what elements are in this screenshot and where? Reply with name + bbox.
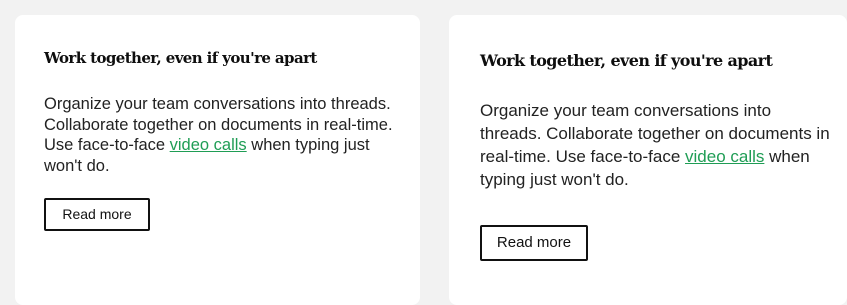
card-title: Work together, even if you're apart	[480, 51, 773, 70]
card-title: Work together, even if you're apart	[44, 49, 317, 67]
card-description: Organize your team conversations into th…	[44, 94, 398, 176]
card-description: Organize your team conversations into th…	[480, 99, 831, 191]
video-calls-link[interactable]: video calls	[170, 136, 247, 154]
read-more-button[interactable]: Read more	[44, 198, 150, 231]
video-calls-link[interactable]: video calls	[685, 147, 764, 166]
read-more-button[interactable]: Read more	[480, 225, 588, 261]
feature-card: Work together, even if you're apart Orga…	[15, 15, 420, 305]
feature-card: Work together, even if you're apart Orga…	[449, 15, 847, 305]
